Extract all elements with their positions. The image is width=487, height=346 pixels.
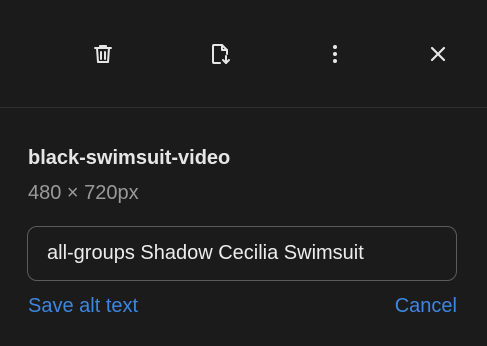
toolbar bbox=[0, 0, 487, 108]
save-alt-text-button[interactable]: Save alt text bbox=[28, 295, 138, 318]
trash-icon bbox=[91, 42, 115, 66]
alt-text-input[interactable] bbox=[27, 226, 457, 281]
close-icon bbox=[428, 44, 448, 64]
download-button[interactable] bbox=[202, 36, 238, 72]
media-title: black-swimsuit-video bbox=[28, 147, 231, 169]
media-dimensions: 480 × 720px bbox=[28, 182, 139, 204]
file-download-icon bbox=[208, 42, 232, 66]
cancel-button[interactable]: Cancel bbox=[395, 295, 457, 318]
close-button[interactable] bbox=[420, 36, 456, 72]
more-options-button[interactable] bbox=[317, 36, 353, 72]
delete-button[interactable] bbox=[85, 36, 121, 72]
more-vertical-icon bbox=[323, 42, 347, 66]
